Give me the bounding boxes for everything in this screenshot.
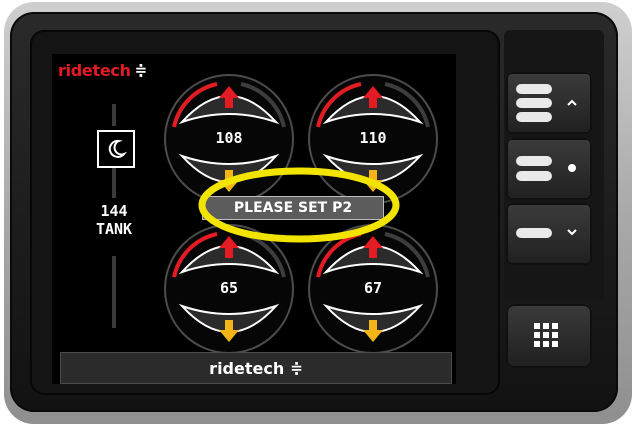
tank-label: TANK <box>95 220 133 238</box>
footer-brand-mark-icon: ≑ <box>290 359 303 377</box>
preset-bar-icon <box>516 156 552 166</box>
gauge-value: 67 <box>363 279 383 297</box>
tank-bar-bottom <box>112 256 116 328</box>
dot-icon <box>568 164 576 172</box>
gauge-value: 65 <box>219 279 239 297</box>
footer-brand: ridetech <box>209 358 285 378</box>
tank-bar-top <box>112 104 116 126</box>
brand-logo: ridetech ≑ <box>58 60 147 80</box>
chevron-down-icon <box>567 229 577 236</box>
footer-bar: ridetech ≑ <box>60 352 452 384</box>
preset-bar-icon <box>516 84 552 94</box>
chevron-up-icon <box>567 99 577 106</box>
preset-select-button[interactable] <box>506 138 592 200</box>
preset-bar-icon <box>516 112 552 122</box>
preset-bar-icon <box>516 228 552 238</box>
gauge-value: 110 <box>359 129 387 147</box>
preset-down-button[interactable] <box>506 203 592 265</box>
tank-bar-mid <box>112 166 116 198</box>
tank-pressure-value: 144 <box>100 202 128 220</box>
preset-up-button[interactable] <box>506 72 592 134</box>
preset-bar-icon <box>516 171 552 181</box>
brand-mark-icon: ≑ <box>134 61 148 79</box>
moon-icon <box>108 139 127 158</box>
brand-name: ridetech <box>58 60 131 80</box>
preset-bar-icon <box>516 98 552 108</box>
grid-icon <box>534 323 558 347</box>
night-mode-button[interactable] <box>97 130 135 168</box>
highlight-ellipse <box>198 167 400 243</box>
gauge-value: 108 <box>215 129 243 147</box>
